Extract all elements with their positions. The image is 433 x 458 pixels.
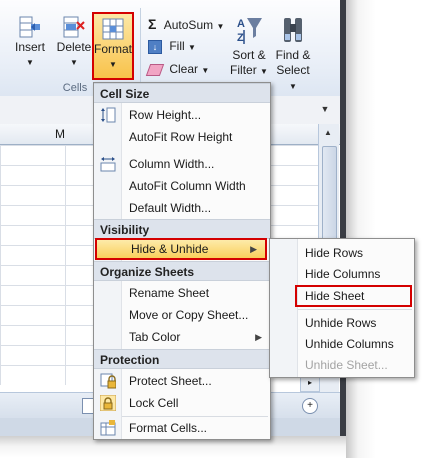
window-shadow [346,0,433,458]
fill-button[interactable]: ↓ Fill ▼ [148,39,196,54]
insert-button[interactable]: Insert ▼ [10,14,50,70]
unhide-columns-item[interactable]: Unhide Columns [270,333,414,355]
delete-cells-icon [63,16,85,38]
format-menu: Cell Size Row Height... AutoFit Row Heig… [93,82,271,440]
lock-cell-item[interactable]: Lock Cell [94,392,270,414]
find-select-label-1: Find & [275,48,311,62]
clear-label: Clear [169,62,199,76]
hide-unhide-label: Hide & Unhide [131,242,209,256]
row-height-icon [101,107,116,123]
clear-dropdown-icon: ▼ [201,66,210,75]
hide-columns-label: Hide Columns [305,267,381,281]
find-select-icon [284,18,302,42]
default-width-label: Default Width... [129,201,212,215]
hide-columns-item[interactable]: Hide Columns [270,263,414,285]
unhide-rows-item[interactable]: Unhide Rows [270,312,414,334]
clear-button[interactable]: Clear ▼ [145,62,210,76]
protect-sheet-item[interactable]: Protect Sheet... [94,370,270,392]
column-width-icon [100,157,116,172]
insert-dropdown-icon: ▼ [26,58,34,67]
format-button[interactable]: Format ▼ [92,12,134,80]
sort-filter-icon: A Z [237,18,262,44]
svg-text:A: A [237,18,245,30]
delete-button[interactable]: Delete ▼ [54,14,94,70]
format-cells-item[interactable]: Format Cells... [94,417,270,439]
submenu-arrow-icon: ▶ [255,332,262,342]
find-select-button[interactable]: Find & Select ▼ [272,14,314,94]
unhide-columns-label: Unhide Columns [305,337,394,351]
hide-unhide-submenu: Hide Rows Hide Columns Hide Sheet Unhide… [269,238,415,378]
tab-color-label: Tab Color [129,330,181,344]
move-copy-item[interactable]: Move or Copy Sheet... [94,304,270,326]
format-dropdown-icon: ▼ [109,60,117,69]
autofit-column-label: AutoFit Column Width [129,179,246,193]
insert-label: Insert [14,40,45,54]
fill-label: Fill [169,39,185,53]
hide-rows-label: Hide Rows [305,246,364,260]
autosum-dropdown-icon: ▼ [216,22,225,31]
row-height-item[interactable]: Row Height... [94,104,270,126]
tab-color-item[interactable]: Tab Color ▶ [94,326,270,348]
protect-sheet-label: Protect Sheet... [129,374,212,388]
format-cells-icon [100,420,116,436]
visibility-header: Visibility [94,219,270,239]
rename-sheet-label: Rename Sheet [129,286,210,300]
autosum-button[interactable]: Σ AutoSum ▼ [148,16,224,32]
zoom-in-icon[interactable]: + [302,398,318,414]
delete-label: Delete [56,40,92,54]
move-copy-label: Move or Copy Sheet... [129,308,249,322]
autosum-label: AutoSum [163,18,214,32]
organize-sheets-header: Organize Sheets [94,261,270,281]
submenu-arrow-icon: ▶ [250,244,257,254]
rename-sheet-item[interactable]: Rename Sheet [94,282,270,304]
group-separator [140,8,141,92]
hide-sheet-item[interactable]: Hide Sheet [295,285,412,307]
clear-icon [145,63,165,76]
column-width-item[interactable]: Column Width... [94,153,270,175]
svg-text:Z: Z [237,32,244,44]
lock-cell-icon [100,395,116,411]
autofit-row-label: AutoFit Row Height [129,130,233,144]
autofit-column-item[interactable]: AutoFit Column Width [94,175,270,197]
row-height-label: Row Height... [129,108,202,122]
unhide-rows-label: Unhide Rows [305,316,377,330]
protection-header: Protection [94,349,270,369]
hide-unhide-item[interactable]: Hide & Unhide ▶ [95,238,267,260]
fill-icon: ↓ [148,39,162,54]
column-width-label: Column Width... [129,157,215,171]
sort-filter-label-1: Sort & [232,48,266,62]
unhide-sheet-item: Unhide Sheet... [270,354,414,376]
autosum-icon: Σ [148,16,157,32]
sort-filter-button[interactable]: A Z Sort & Filter ▼ [228,14,270,79]
lock-cell-label: Lock Cell [129,396,179,410]
insert-cells-icon [19,16,40,38]
format-icon [102,18,124,40]
column-header-m[interactable]: M [20,127,100,141]
formula-expand-icon[interactable]: ▼ [318,102,332,116]
format-cells-label: Format Cells... [129,421,208,435]
unhide-sheet-label: Unhide Sheet... [305,358,388,372]
default-width-item[interactable]: Default Width... [94,197,270,219]
format-label: Format [94,42,133,56]
cell-size-header: Cell Size [94,83,270,103]
fill-dropdown-icon: ▼ [188,43,196,52]
protect-sheet-icon [100,373,116,389]
autofit-row-item[interactable]: AutoFit Row Height [94,126,270,148]
hide-sheet-label: Hide Sheet [305,289,365,303]
sort-filter-label-2: Filter ▼ [230,63,268,77]
find-select-label-2: Select ▼ [276,63,310,91]
submenu-separator [298,309,412,310]
hide-rows-item[interactable]: Hide Rows [270,242,414,264]
scroll-up-icon[interactable]: ▲ [322,128,334,140]
delete-dropdown-icon: ▼ [70,58,78,67]
